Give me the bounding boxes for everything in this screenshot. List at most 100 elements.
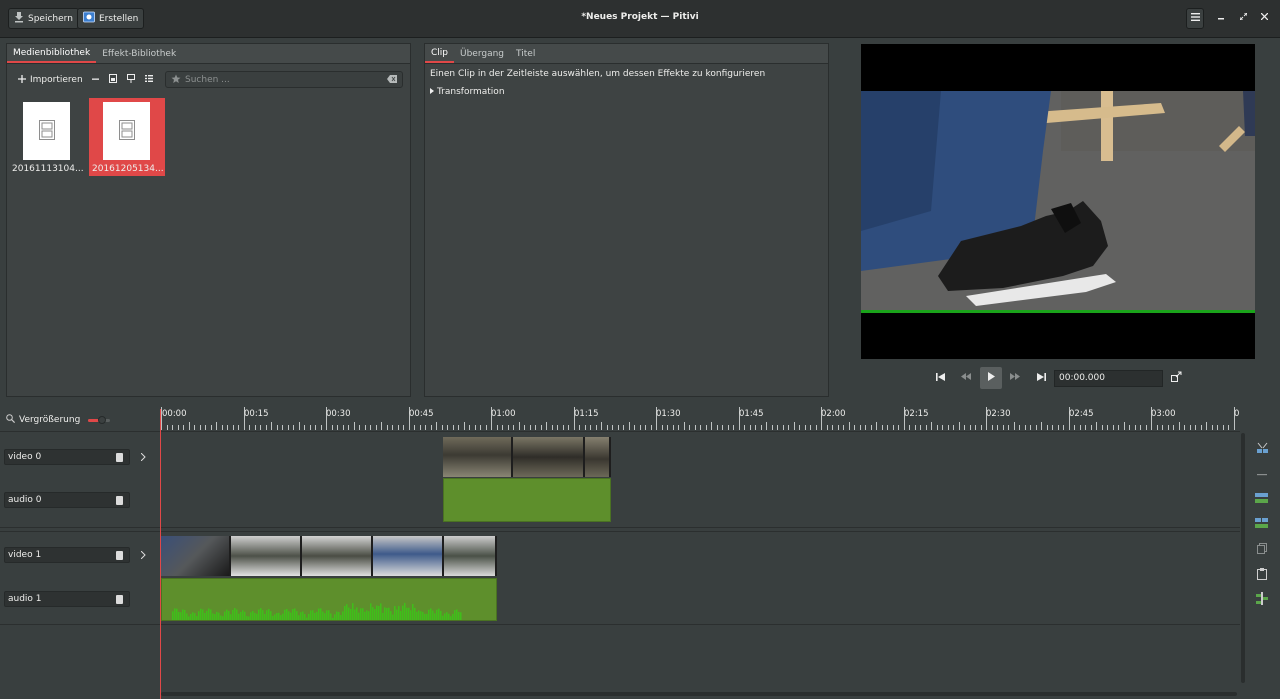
- waveform-bar: [230, 614, 232, 620]
- waveform-bar: [320, 608, 322, 620]
- vertical-scrollbar[interactable]: [1241, 433, 1245, 683]
- waveform-bar: [424, 613, 426, 620]
- import-button[interactable]: Importieren: [18, 73, 83, 87]
- ruler-label: 02:45: [1069, 409, 1094, 419]
- media-item[interactable]: 20161205134...: [89, 98, 165, 176]
- tab-title[interactable]: Titel: [510, 44, 541, 63]
- timecode-input[interactable]: 00:00.000: [1054, 370, 1163, 387]
- clip-config-body: Einen Clip in der Zeitleiste auswählen, …: [425, 63, 828, 396]
- undock-viewer-button[interactable]: [1165, 367, 1187, 389]
- waveform-bar: [270, 611, 272, 620]
- waveform-bar: [352, 603, 354, 620]
- media-item[interactable]: 20161113104...: [9, 98, 85, 176]
- waveform-bar: [298, 615, 300, 620]
- insert-at-end-button[interactable]: [127, 73, 135, 87]
- waveform-bar: [228, 610, 230, 620]
- waveform-bar: [194, 613, 196, 620]
- waveform-bar: [238, 613, 240, 620]
- skip-to-end-button[interactable]: [1030, 367, 1052, 389]
- fast-forward-button[interactable]: [1004, 367, 1026, 389]
- waveform-bar: [204, 613, 206, 620]
- copy-button[interactable]: [1253, 543, 1271, 557]
- audio-clip[interactable]: [443, 478, 611, 522]
- close-button[interactable]: [1255, 9, 1273, 27]
- track-toggle-icon[interactable]: [116, 595, 123, 604]
- waveform-bar: [440, 610, 442, 620]
- tab-transition[interactable]: Übergang: [454, 44, 510, 63]
- zoom-slider[interactable]: [88, 416, 110, 424]
- track-header-audio-1[interactable]: audio 1: [4, 591, 130, 607]
- minimize-icon: [1218, 13, 1224, 23]
- list-view-button[interactable]: [145, 73, 153, 87]
- play-button[interactable]: [980, 367, 1002, 389]
- horizontal-scrollbar[interactable]: [161, 692, 1237, 696]
- waveform-bar: [208, 608, 210, 620]
- waveform-bar: [412, 604, 414, 620]
- tab-effect-library[interactable]: Effekt-Bibliothek: [96, 44, 182, 63]
- import-label: Importieren: [30, 75, 83, 85]
- audio-clip[interactable]: [161, 578, 497, 621]
- waveform-bar: [268, 609, 270, 620]
- clear-icon[interactable]: [387, 75, 397, 86]
- film-icon: [118, 119, 135, 143]
- track-header-video-1[interactable]: video 1: [4, 547, 130, 563]
- track-label: video 1: [8, 550, 42, 560]
- waveform-bar: [332, 617, 334, 620]
- waveform-bar: [186, 613, 188, 620]
- waveform-bar: [372, 607, 374, 620]
- track-header-audio-0[interactable]: audio 0: [4, 492, 130, 508]
- waveform-bar: [342, 611, 344, 620]
- video-clip[interactable]: [443, 437, 611, 477]
- waveform-bar: [292, 609, 294, 620]
- split-clip-button[interactable]: [1253, 442, 1271, 456]
- menu-button[interactable]: [1186, 8, 1204, 29]
- close-icon: [1260, 12, 1268, 23]
- layer-separator: [0, 431, 1240, 432]
- waveform-bar: [446, 612, 448, 620]
- waveform-bar: [422, 611, 424, 620]
- align-icon: [1256, 592, 1268, 608]
- ruler-label: 02:15: [904, 409, 929, 419]
- playhead[interactable]: [160, 409, 161, 699]
- viewer[interactable]: [861, 44, 1255, 359]
- minimize-button[interactable]: [1212, 9, 1230, 27]
- tab-clip[interactable]: Clip: [425, 44, 454, 63]
- track-toggle-icon[interactable]: [116, 551, 123, 560]
- video-clip[interactable]: [161, 536, 497, 576]
- clip-hint-text: Einen Clip in der Zeitleiste auswählen, …: [430, 69, 766, 79]
- maximize-button[interactable]: [1234, 9, 1252, 27]
- waveform-bar: [304, 613, 306, 620]
- clip-properties-button[interactable]: [109, 73, 117, 87]
- waveform-bar: [318, 608, 320, 620]
- skip-back-icon: [935, 372, 945, 384]
- waveform-bar: [314, 612, 316, 620]
- track-toggle-icon[interactable]: [116, 496, 123, 505]
- waveform-bar: [348, 607, 350, 620]
- waveform-bar: [286, 608, 288, 620]
- track-header-video-0[interactable]: video 0: [4, 449, 130, 465]
- skip-to-start-button[interactable]: [929, 367, 951, 389]
- waveform-bar: [430, 608, 432, 620]
- track-label: video 0: [8, 452, 42, 462]
- waveform-bar: [404, 602, 406, 620]
- layer-menu-arrow-icon[interactable]: [140, 452, 146, 464]
- zoom-slider-handle[interactable]: [98, 416, 106, 424]
- clip-frame: [444, 536, 497, 576]
- waveform-bar: [376, 605, 378, 620]
- track-toggle-icon[interactable]: [116, 453, 123, 462]
- tab-media-library[interactable]: Medienbibliothek: [7, 44, 97, 63]
- align-clips-button[interactable]: [1253, 592, 1271, 608]
- waveform-bar: [354, 609, 356, 620]
- transformation-expander[interactable]: Transformation: [430, 87, 505, 97]
- group-clips-button[interactable]: [1253, 492, 1271, 506]
- ungroup-clips-button[interactable]: [1253, 517, 1271, 531]
- waveform-bar: [198, 611, 200, 620]
- rewind-button[interactable]: [955, 367, 977, 389]
- paste-button[interactable]: [1253, 567, 1271, 582]
- timeline-ruler[interactable]: 00:00 00:15 00:30 00:45 01:00 01:15 01:3…: [161, 404, 1241, 431]
- layer-menu-arrow-icon[interactable]: [140, 550, 146, 562]
- delete-clip-button[interactable]: [1253, 467, 1271, 481]
- remove-button[interactable]: [92, 73, 99, 87]
- search-input[interactable]: Suchen ...: [165, 71, 403, 88]
- waveform-bar: [312, 610, 314, 620]
